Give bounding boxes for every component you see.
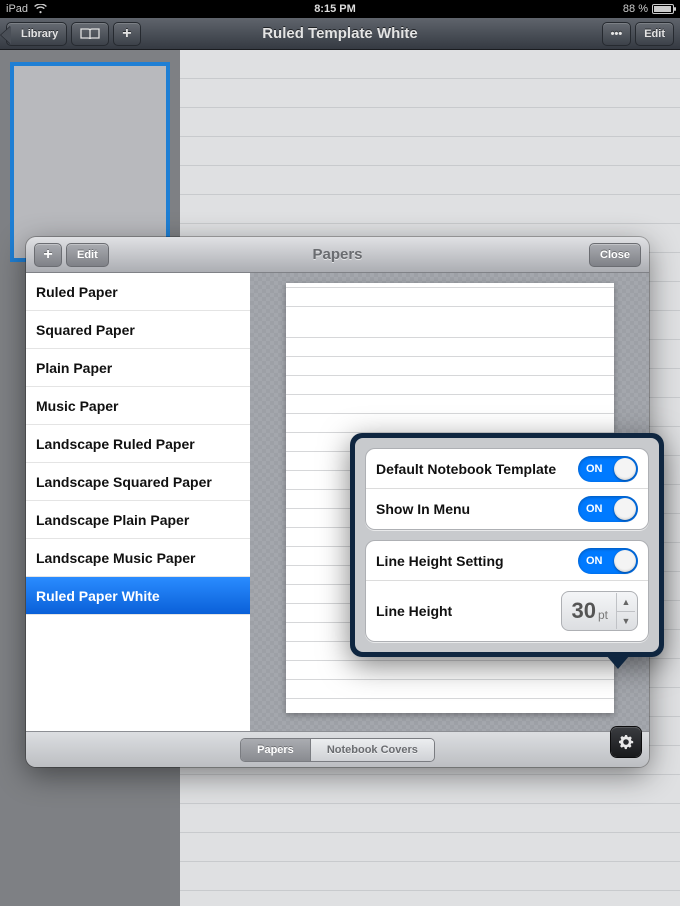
chevron-up-icon: ▲ xyxy=(622,597,631,607)
paper-item[interactable]: Ruled Paper xyxy=(26,273,250,311)
bookmarks-button[interactable] xyxy=(71,22,109,46)
toggle-show-in-menu[interactable]: ON xyxy=(578,496,638,522)
modal-title: Papers xyxy=(26,246,649,263)
segment-control: Papers Notebook Covers xyxy=(240,738,435,762)
row-line-height-setting: Line Height Setting ON xyxy=(366,541,648,581)
default-template-label: Default Notebook Template xyxy=(376,461,578,477)
wifi-icon xyxy=(34,4,47,14)
line-height-setting-label: Line Height Setting xyxy=(376,553,578,569)
row-line-height: Line Height 30 pt ▲ ▼ xyxy=(366,581,648,641)
settings-button[interactable] xyxy=(611,727,641,757)
paper-item[interactable]: Ruled Paper White xyxy=(26,577,250,615)
nav-toolbar: Library + Ruled Template White ••• Edit xyxy=(0,18,680,50)
line-height-value: 30 xyxy=(572,598,596,624)
segment-papers[interactable]: Papers xyxy=(241,739,310,761)
line-height-stepper: 30 pt ▲ ▼ xyxy=(561,591,639,631)
battery-icon xyxy=(652,4,674,14)
content-area: + Edit Papers Close Ruled PaperSquared P… xyxy=(0,50,680,906)
modal-edit-button[interactable]: Edit xyxy=(66,243,109,267)
row-default-template: Default Notebook Template ON xyxy=(366,449,648,489)
paper-item[interactable]: Squared Paper xyxy=(26,311,250,349)
toggle-line-height-setting[interactable]: ON xyxy=(578,548,638,574)
modal-add-button[interactable]: + xyxy=(34,243,62,267)
line-height-label: Line Height xyxy=(376,603,561,619)
paper-item[interactable]: Plain Paper xyxy=(26,349,250,387)
show-in-menu-label: Show In Menu xyxy=(376,501,578,517)
modal-header: + Edit Papers Close xyxy=(26,237,649,273)
chevron-down-icon: ▼ xyxy=(622,616,631,626)
settings-popover: Default Notebook Template ON Show In Men… xyxy=(350,433,664,657)
status-bar: iPad 8:15 PM 88 % xyxy=(0,0,680,18)
stepper-down[interactable]: ▼ xyxy=(617,611,635,629)
segment-notebook-covers[interactable]: Notebook Covers xyxy=(310,739,434,761)
stepper-up[interactable]: ▲ xyxy=(617,593,635,611)
edit-button[interactable]: Edit xyxy=(635,22,674,46)
paper-item[interactable]: Landscape Squared Paper xyxy=(26,463,250,501)
page-thumbnail[interactable] xyxy=(10,62,170,262)
paper-item[interactable]: Landscape Music Paper xyxy=(26,539,250,577)
row-show-in-menu: Show In Menu ON xyxy=(366,489,648,529)
more-button[interactable]: ••• xyxy=(602,22,632,46)
device-label: iPad xyxy=(6,3,28,15)
clock: 8:15 PM xyxy=(47,3,623,15)
gear-icon xyxy=(618,734,634,750)
paper-item[interactable]: Landscape Ruled Paper xyxy=(26,425,250,463)
add-button[interactable]: + xyxy=(113,22,140,46)
battery-pct: 88 % xyxy=(623,3,648,15)
modal-footer: Papers Notebook Covers xyxy=(26,731,649,767)
paper-item[interactable]: Landscape Plain Paper xyxy=(26,501,250,539)
close-button[interactable]: Close xyxy=(589,243,641,267)
book-icon xyxy=(80,28,100,40)
line-height-unit: pt xyxy=(598,608,608,622)
library-back-button[interactable]: Library xyxy=(6,22,67,46)
plus-icon: + xyxy=(43,246,52,264)
toggle-default-template[interactable]: ON xyxy=(578,456,638,482)
paper-item[interactable]: Music Paper xyxy=(26,387,250,425)
plus-icon: + xyxy=(122,25,131,43)
paper-list[interactable]: Ruled PaperSquared PaperPlain PaperMusic… xyxy=(26,273,250,731)
